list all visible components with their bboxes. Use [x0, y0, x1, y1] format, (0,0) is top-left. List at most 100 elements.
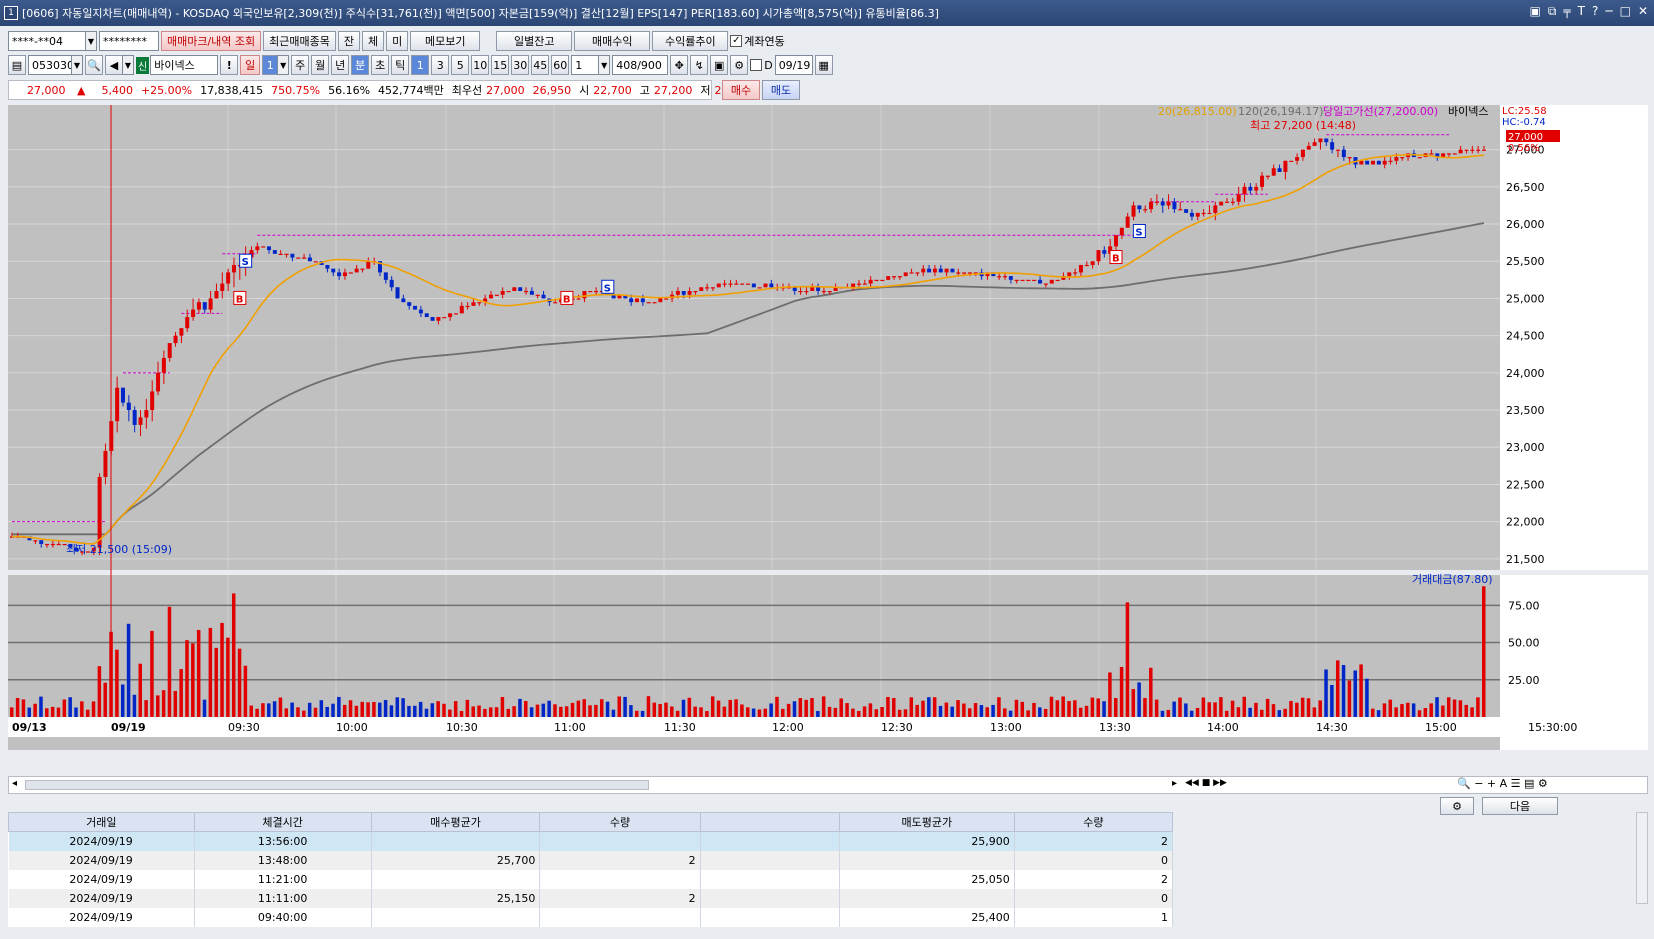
tab-che[interactable]: 체	[362, 31, 385, 51]
candle-body	[734, 283, 739, 285]
settings-button[interactable]: ⚙	[1440, 797, 1474, 815]
period-day-button[interactable]: 일	[240, 55, 261, 75]
account-link-checkbox[interactable]: ✓	[730, 35, 743, 47]
password-field[interactable]: ********	[99, 31, 159, 51]
search-icon[interactable]: 🔍	[85, 55, 103, 75]
x-tick-label: 09/13	[12, 721, 47, 734]
table-row[interactable]: 2024/09/19 13:56:00 25,900 2	[8, 831, 1174, 851]
tab-mi[interactable]: 미	[386, 31, 409, 51]
volume-bar	[932, 697, 937, 717]
high-label: 고	[639, 84, 650, 97]
sell-button[interactable]: 매도	[762, 80, 800, 100]
candle-body	[716, 283, 721, 288]
interval-dropdown-icon[interactable]: ▼	[598, 55, 611, 75]
profit-rate-button[interactable]: 수익률추이	[652, 31, 729, 51]
speaker-icon[interactable]: ◀	[105, 55, 123, 75]
y-tick-label: 22,000	[1506, 516, 1545, 529]
interval-60-button[interactable]: 60	[551, 55, 570, 75]
chart-area[interactable]: S B B S B S 21,500 22,000 22,500 23,000 23,500 24,…	[8, 104, 1654, 770]
interval-1-button[interactable]: 1	[411, 55, 430, 75]
volume-bar	[15, 697, 20, 717]
window-icon[interactable]: 1	[4, 6, 18, 20]
tab-jan[interactable]: 잔	[337, 31, 361, 51]
scroll-thumb[interactable]	[25, 780, 649, 790]
volume-bar	[851, 708, 855, 717]
help-icon[interactable]: ?	[1592, 4, 1598, 19]
date-field[interactable]: 09/19	[774, 55, 813, 75]
code-dropdown-icon[interactable]: ▼	[71, 55, 83, 75]
link-icon[interactable]: ▣	[1529, 4, 1540, 19]
playback-controls[interactable]: ◀◀ ■ ▶▶	[1185, 778, 1227, 788]
stock-code-field[interactable]: 053030	[28, 55, 74, 75]
table-row[interactable]: 2024/09/19 11:21:00 25,050 2	[8, 869, 1174, 889]
interval-10-button[interactable]: 10	[471, 55, 490, 75]
stock-name-field[interactable]: 바이넥스	[150, 55, 219, 75]
volume-bar	[1160, 710, 1165, 717]
table-row[interactable]: 2024/09/19 11:11:00 25,150 2 0	[8, 888, 1174, 908]
candle-body	[576, 298, 581, 300]
pin-icon[interactable]: ╤	[1563, 4, 1570, 19]
info-button[interactable]: !	[220, 55, 239, 75]
period-tick-button[interactable]: 틱	[391, 55, 410, 75]
recent-items-button[interactable]: 최근매매종목	[263, 31, 336, 51]
maximize-button[interactable]: □	[1620, 4, 1631, 19]
volume-bar	[302, 710, 306, 717]
daily-balance-button[interactable]: 일별잔고	[496, 31, 573, 51]
volume-bar	[956, 700, 960, 717]
interval-45-button[interactable]: 45	[531, 55, 550, 75]
period-week-button[interactable]: 주	[291, 55, 310, 75]
trade-mark-button[interactable]: 매매마크/내역 조회	[161, 31, 262, 51]
table-scrollbar[interactable]	[1636, 812, 1648, 904]
volume-bar	[693, 706, 697, 717]
chart-scrollbar[interactable]: ◂ ▸ ◀◀ ■ ▶▶ 🔍 − + A ☰ ▤ ⚙	[8, 776, 1648, 794]
zoom-controls[interactable]: 🔍 − + A ☰ ▤ ⚙	[1457, 777, 1548, 790]
period-second-button[interactable]: 초	[371, 55, 390, 75]
scroll-left-icon[interactable]: ◂	[12, 778, 17, 789]
interval-5-button[interactable]: 5	[451, 55, 470, 75]
period-num-field[interactable]: 1	[262, 55, 279, 75]
account-dropdown-icon[interactable]: ▼	[85, 31, 97, 51]
scroll-right-icon[interactable]: ▸	[1172, 778, 1177, 789]
interval-15-button[interactable]: 15	[491, 55, 510, 75]
count-field[interactable]: 408/900	[612, 55, 669, 75]
save-icon[interactable]: ▣	[710, 55, 729, 75]
trend-icon[interactable]: ↯	[690, 55, 709, 75]
layout-icon[interactable]: ▤	[8, 55, 26, 75]
speaker-dropdown-icon[interactable]: ▼	[122, 55, 134, 75]
candle-body	[296, 257, 301, 259]
candle-body	[915, 272, 920, 274]
period-month-button[interactable]: 월	[311, 55, 330, 75]
candle-body	[1084, 264, 1089, 267]
period-year-button[interactable]: 년	[331, 55, 350, 75]
volume-bar	[868, 703, 873, 717]
volume-bar	[418, 701, 423, 717]
interval-30-button[interactable]: 30	[511, 55, 530, 75]
d-checkbox[interactable]	[750, 59, 763, 71]
x-tick-label: 10:30	[446, 721, 478, 734]
duplicate-icon[interactable]: ⧉	[1548, 4, 1557, 19]
table-row[interactable]: 2024/09/19 13:48:00 25,700 2 0	[8, 850, 1174, 870]
interval-3-button[interactable]: 3	[431, 55, 450, 75]
price-chart-svg[interactable]: S B B S B S 21,500 22,000 22,500 23,000 23,500 24,…	[8, 104, 1648, 770]
font-icon[interactable]: T	[1578, 4, 1585, 19]
volume-bar	[389, 705, 394, 717]
period-dropdown-icon[interactable]: ▼	[277, 55, 290, 75]
period-minute-button[interactable]: 분	[351, 55, 370, 75]
memo-button[interactable]: 메모보기	[410, 31, 481, 51]
volume-bar	[237, 648, 242, 717]
close-button[interactable]: ✕	[1638, 4, 1648, 19]
next-button[interactable]: 다음	[1482, 797, 1558, 815]
d-label: D	[764, 58, 773, 72]
crosshair-icon[interactable]: ✥	[670, 55, 689, 75]
trade-profit-button[interactable]: 매매수익	[574, 31, 651, 51]
minimize-button[interactable]: ─	[1605, 4, 1612, 19]
calendar-icon[interactable]: ▦	[814, 55, 833, 75]
vol-tick-label: 75.00	[1508, 599, 1540, 612]
sell-marker-label: S	[604, 283, 611, 294]
volume-bar	[1435, 697, 1439, 717]
account-select[interactable]: ****-**04	[8, 31, 86, 51]
gear-icon[interactable]: ⚙	[730, 55, 749, 75]
interval-field[interactable]: 1	[571, 55, 600, 75]
table-row[interactable]: 2024/09/19 09:40:00 25,400 1	[8, 907, 1174, 927]
buy-button[interactable]: 매수	[722, 80, 760, 100]
